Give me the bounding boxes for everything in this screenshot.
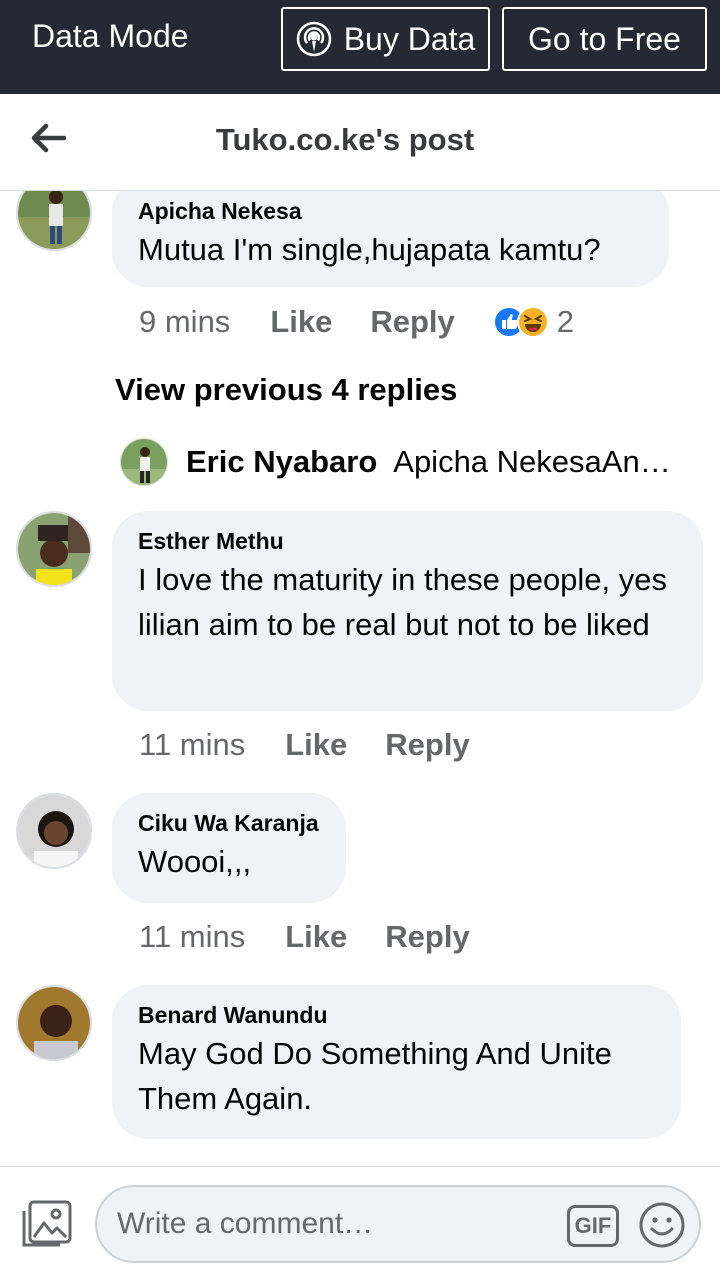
comment-text: Woooi,,,: [138, 844, 252, 879]
go-to-free-button[interactable]: Go to Free: [502, 7, 707, 71]
haha-reaction-icon: [516, 306, 549, 338]
avatar[interactable]: [16, 985, 92, 1061]
reply-button[interactable]: Reply: [385, 727, 469, 763]
commenter-name[interactable]: Esther Methu: [138, 525, 677, 557]
comment-time: 9 mins: [139, 304, 231, 339]
emoji-icon[interactable]: [637, 1200, 687, 1250]
avatar[interactable]: [120, 438, 168, 486]
comment-text: I love the maturity in these people, yes…: [138, 562, 668, 642]
comment-actions: 11 mins Like Reply: [139, 919, 508, 955]
comment-time: 11 mins: [139, 919, 246, 954]
reply-author-name[interactable]: Eric Nyabaro: [186, 444, 377, 480]
comment-bubble[interactable]: Apicha Nekesa Mutua I'm single,hujapata …: [112, 191, 669, 287]
comment-input[interactable]: Write a comment… GIF: [95, 1185, 701, 1263]
gif-button[interactable]: GIF: [567, 1205, 619, 1247]
reactions-summary[interactable]: 2: [492, 304, 575, 340]
avatar[interactable]: [16, 511, 92, 587]
like-button[interactable]: Like: [285, 919, 347, 955]
data-mode-label: Data Mode: [32, 18, 189, 54]
comment-bubble[interactable]: Benard Wanundu May God Do Something And …: [112, 985, 681, 1139]
like-button[interactable]: Like: [285, 727, 347, 763]
comment-composer: Write a comment… GIF: [0, 1166, 720, 1275]
reply-preview[interactable]: Eric Nyabaro Apicha NekesaAnd you're sti…: [120, 438, 680, 486]
comment-actions: 11 mins Like Reply: [139, 727, 508, 763]
avatar[interactable]: [16, 793, 92, 869]
photo-icon[interactable]: [20, 1199, 74, 1251]
post-header: Tuko.co.ke's post: [0, 94, 720, 191]
go-to-free-label: Go to Free: [528, 20, 681, 57]
comment-list[interactable]: Apicha Nekesa Mutua I'm single,hujapata …: [0, 191, 720, 1166]
data-mode-banner: Data Mode Buy Data Go to Free: [0, 0, 720, 94]
comment-actions: 9 mins Like Reply 2: [139, 304, 574, 340]
signal-broadcast-icon: [296, 21, 331, 57]
comment-bubble[interactable]: Esther Methu I love the maturity in thes…: [112, 511, 703, 711]
comment-text: May God Do Something And Unite Them Agai…: [138, 1036, 612, 1116]
avatar[interactable]: [16, 191, 92, 251]
reaction-count: 2: [556, 304, 575, 339]
comment-text: Mutua I'm single,hujapata kamtu?: [138, 232, 601, 267]
commenter-name[interactable]: Ciku Wa Karanja: [138, 807, 320, 839]
view-previous-replies-link[interactable]: View previous 4 replies: [115, 372, 457, 408]
reply-button[interactable]: Reply: [370, 304, 454, 340]
reply-button[interactable]: Reply: [385, 919, 469, 955]
comment-time: 11 mins: [139, 727, 246, 762]
buy-data-button[interactable]: Buy Data: [281, 7, 490, 71]
like-button[interactable]: Like: [270, 304, 332, 340]
page-title: Tuko.co.ke's post: [215, 122, 475, 157]
reply-preview-text: Apicha NekesaAnd you're still single: [393, 444, 680, 479]
buy-data-label: Buy Data: [343, 20, 476, 57]
comment-input-placeholder: Write a comment…: [117, 1207, 374, 1240]
commenter-name[interactable]: Benard Wanundu: [138, 999, 655, 1031]
commenter-name[interactable]: Apicha Nekesa: [138, 195, 643, 227]
comment-bubble[interactable]: Ciku Wa Karanja Woooi,,,: [112, 793, 346, 903]
